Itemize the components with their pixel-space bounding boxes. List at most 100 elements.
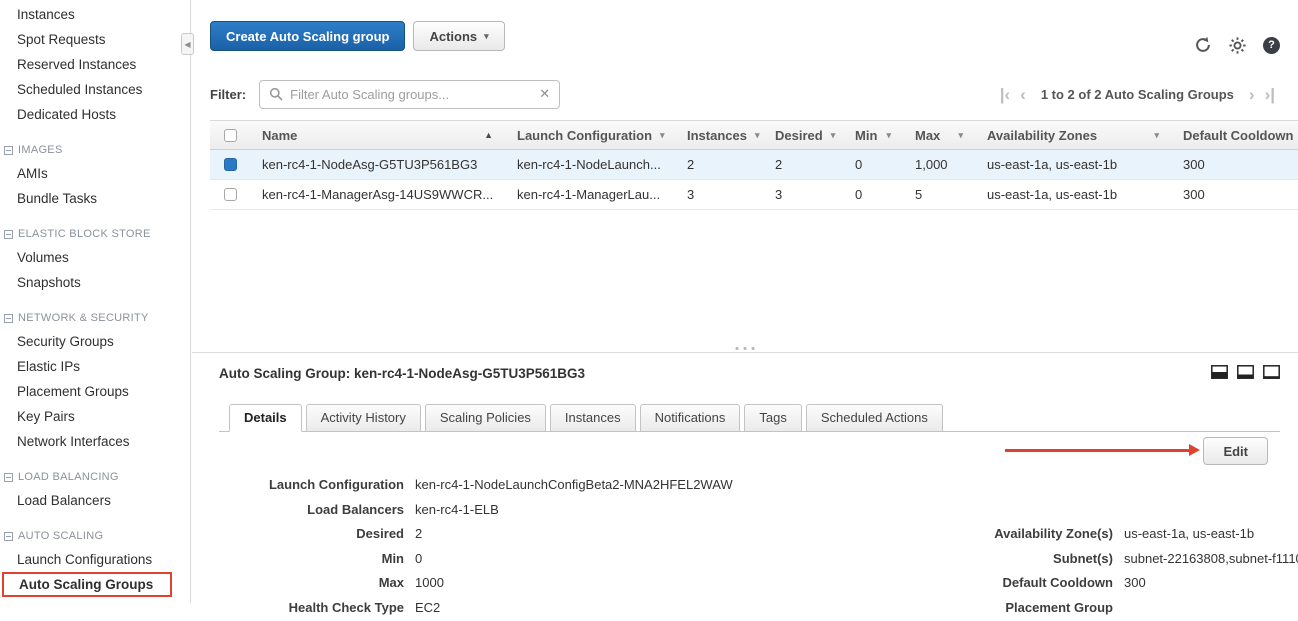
table-body: ken-rc4-1-NodeAsg-G5TU3P561BG3ken-rc4-1-… bbox=[210, 150, 1298, 210]
cell-max: 5 bbox=[903, 180, 975, 209]
collapse-section-icon bbox=[4, 532, 13, 541]
sidebar-item-dedicated-hosts[interactable]: Dedicated Hosts bbox=[0, 102, 190, 127]
sidebar-item-volumes[interactable]: Volumes bbox=[0, 245, 190, 270]
sidebar-section-label: NETWORK & SECURITY bbox=[18, 312, 149, 324]
create-auto-scaling-group-button[interactable]: Create Auto Scaling group bbox=[210, 21, 405, 51]
field-label: Health Check Type bbox=[219, 596, 404, 621]
pagination-first-button[interactable]: |‹ bbox=[995, 86, 1015, 103]
sidebar-section-load-balancing[interactable]: LOAD BALANCING bbox=[0, 466, 190, 488]
pane-split-small-icon[interactable] bbox=[1237, 365, 1254, 379]
table-row[interactable]: ken-rc4-1-ManagerAsg-14US9WWCR...ken-rc4… bbox=[210, 180, 1298, 210]
column-header-default-cooldown[interactable]: Default Cooldown▾ bbox=[1171, 121, 1298, 149]
row-checkbox[interactable] bbox=[224, 188, 237, 201]
tab-activity-history[interactable]: Activity History bbox=[306, 404, 421, 432]
select-all-checkbox[interactable] bbox=[224, 129, 237, 142]
tab-scaling-policies[interactable]: Scaling Policies bbox=[425, 404, 546, 432]
cell-max: 1,000 bbox=[903, 150, 975, 179]
sidebar-item-bundle-tasks[interactable]: Bundle Tasks bbox=[0, 186, 190, 211]
sidebar-section-label: AUTO SCALING bbox=[18, 530, 103, 542]
field-value: ken-rc4-1-ELB bbox=[415, 498, 499, 523]
sidebar-item-auto-scaling-groups[interactable]: Auto Scaling Groups bbox=[2, 572, 172, 597]
sort-caret-icon: ▾ bbox=[1146, 130, 1159, 141]
sidebar-collapse-button[interactable]: ◀ bbox=[181, 33, 194, 55]
details-fields-left: Launch Configurationken-rc4-1-NodeLaunch… bbox=[219, 473, 733, 621]
sort-ascending-icon: ▲ bbox=[476, 130, 493, 140]
collapse-section-icon bbox=[4, 230, 13, 239]
details-fields-right: Availability Zone(s)us-east-1a, us-east-… bbox=[923, 522, 1298, 620]
select-all-cell bbox=[210, 121, 250, 149]
sidebar-section-images[interactable]: IMAGES bbox=[0, 139, 190, 161]
tab-details[interactable]: Details bbox=[229, 404, 302, 432]
sidebar-item-elastic-ips[interactable]: Elastic IPs bbox=[0, 354, 190, 379]
details-pane-title: Auto Scaling Group: ken-rc4-1-NodeAsg-G5… bbox=[219, 366, 585, 381]
sidebar-item-key-pairs[interactable]: Key Pairs bbox=[0, 404, 190, 429]
field-label: Desired bbox=[219, 522, 404, 547]
column-header-instances[interactable]: Instances▾ bbox=[675, 121, 763, 149]
pagination-last-button[interactable]: ›| bbox=[1260, 86, 1280, 103]
sidebar-item-reserved-instances[interactable]: Reserved Instances bbox=[0, 52, 190, 77]
clear-filter-icon[interactable]: ✕ bbox=[533, 86, 550, 102]
pane-split-half-icon[interactable] bbox=[1211, 365, 1228, 379]
sidebar-item-load-balancers[interactable]: Load Balancers bbox=[0, 488, 190, 513]
pane-resize-handle[interactable] bbox=[726, 344, 765, 353]
table-row[interactable]: ken-rc4-1-NodeAsg-G5TU3P561BG3ken-rc4-1-… bbox=[210, 150, 1298, 180]
sidebar-section-elastic-block-store[interactable]: ELASTIC BLOCK STORE bbox=[0, 223, 190, 245]
sidebar-item-amis[interactable]: AMIs bbox=[0, 161, 190, 186]
sidebar-item-instances[interactable]: Instances bbox=[0, 2, 190, 27]
field-value: 0 bbox=[415, 547, 422, 572]
sidebar-item-snapshots[interactable]: Snapshots bbox=[0, 270, 190, 295]
cell-desired: 3 bbox=[763, 180, 843, 209]
refresh-icon[interactable] bbox=[1194, 36, 1212, 54]
toolbar: Create Auto Scaling group Actions ▾ bbox=[210, 21, 505, 51]
detail-field-health-check-type: Health Check TypeEC2 bbox=[219, 596, 733, 621]
tab-tags[interactable]: Tags bbox=[744, 404, 801, 432]
sidebar-section-label: LOAD BALANCING bbox=[18, 471, 119, 483]
sidebar-item-launch-configurations[interactable]: Launch Configurations bbox=[0, 547, 190, 572]
sidebar-section-network-security[interactable]: NETWORK & SECURITY bbox=[0, 307, 190, 329]
sidebar: InstancesSpot RequestsReserved Instances… bbox=[0, 0, 191, 603]
field-value: 2 bbox=[415, 522, 422, 547]
actions-button[interactable]: Actions ▾ bbox=[413, 21, 504, 51]
column-header-label: Default Cooldown bbox=[1183, 128, 1294, 143]
detail-field-subnet-s: Subnet(s)subnet-22163808,subnet-f1110f87 bbox=[923, 547, 1298, 572]
actions-button-label: Actions bbox=[429, 29, 477, 44]
pagination-prev-button[interactable]: ‹ bbox=[1015, 86, 1031, 103]
pagination-next-button[interactable]: › bbox=[1244, 86, 1260, 103]
edit-button[interactable]: Edit bbox=[1203, 437, 1268, 465]
column-header-label: Instances bbox=[687, 128, 747, 143]
detail-field-launch-configuration: Launch Configurationken-rc4-1-NodeLaunch… bbox=[219, 473, 733, 498]
sort-caret-icon: ▾ bbox=[652, 130, 665, 141]
row-checkbox[interactable] bbox=[224, 158, 237, 171]
tab-instances[interactable]: Instances bbox=[550, 404, 636, 432]
sidebar-section-label: ELASTIC BLOCK STORE bbox=[18, 228, 151, 240]
column-header-availability-zones[interactable]: Availability Zones▾ bbox=[975, 121, 1171, 149]
sidebar-item-security-groups[interactable]: Security Groups bbox=[0, 329, 190, 354]
column-header-desired[interactable]: Desired▾ bbox=[763, 121, 843, 149]
filter-label: Filter: bbox=[210, 87, 246, 102]
field-label: Subnet(s) bbox=[923, 547, 1113, 572]
field-label: Placement Group bbox=[923, 596, 1113, 621]
column-header-label: Min bbox=[855, 128, 877, 143]
field-label: Launch Configuration bbox=[219, 473, 404, 498]
filter-input[interactable] bbox=[290, 87, 533, 102]
pane-closed-icon[interactable] bbox=[1263, 365, 1280, 379]
help-icon[interactable]: ? bbox=[1263, 37, 1280, 54]
column-header-launch-configuration[interactable]: Launch Configuration▾ bbox=[505, 121, 675, 149]
cell-availability-zones: us-east-1a, us-east-1b bbox=[975, 150, 1171, 179]
tab-scheduled-actions[interactable]: Scheduled Actions bbox=[806, 404, 943, 432]
column-header-min[interactable]: Min▾ bbox=[843, 121, 903, 149]
sidebar-item-scheduled-instances[interactable]: Scheduled Instances bbox=[0, 77, 190, 102]
cell-min: 0 bbox=[843, 150, 903, 179]
sidebar-item-placement-groups[interactable]: Placement Groups bbox=[0, 379, 190, 404]
column-header-name[interactable]: Name▲ bbox=[250, 121, 505, 149]
field-label: Availability Zone(s) bbox=[923, 522, 1113, 547]
gear-icon[interactable] bbox=[1229, 37, 1246, 54]
column-header-max[interactable]: Max▾ bbox=[903, 121, 975, 149]
sidebar-item-spot-requests[interactable]: Spot Requests bbox=[0, 27, 190, 52]
sidebar-section-auto-scaling[interactable]: AUTO SCALING bbox=[0, 525, 190, 547]
sidebar-item-network-interfaces[interactable]: Network Interfaces bbox=[0, 429, 190, 454]
cell-desired: 2 bbox=[763, 150, 843, 179]
filter-search-box: ✕ bbox=[259, 80, 560, 109]
tab-notifications[interactable]: Notifications bbox=[640, 404, 741, 432]
field-label: Min bbox=[219, 547, 404, 572]
